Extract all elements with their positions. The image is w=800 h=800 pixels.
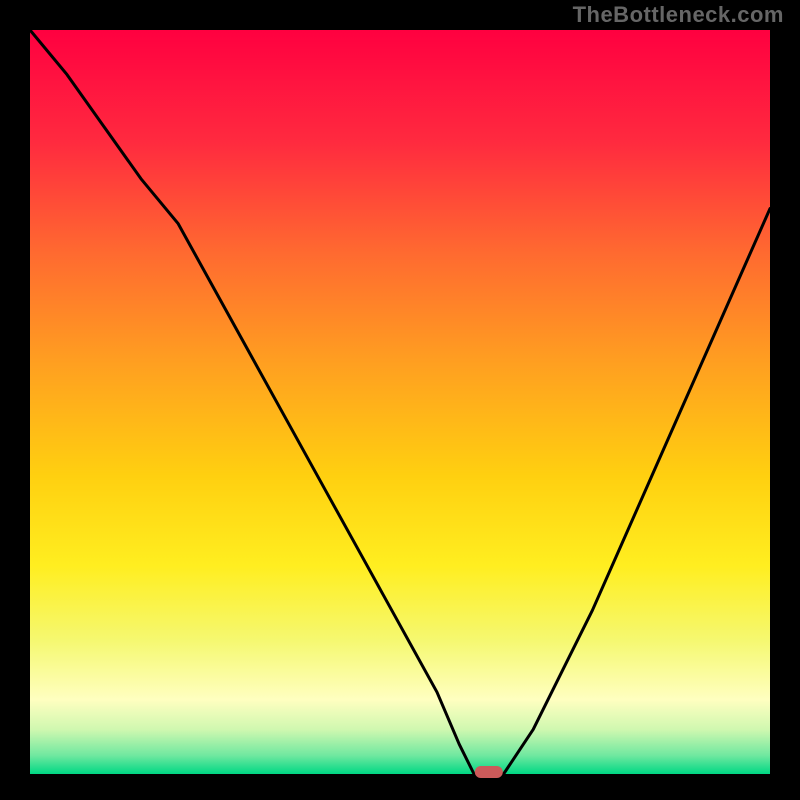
optimal-marker bbox=[475, 766, 503, 778]
bottleneck-chart bbox=[0, 0, 800, 800]
plot-background bbox=[30, 30, 770, 774]
chart-frame: { "watermark": "TheBottleneck.com", "cha… bbox=[0, 0, 800, 800]
watermark-text: TheBottleneck.com bbox=[573, 2, 784, 28]
